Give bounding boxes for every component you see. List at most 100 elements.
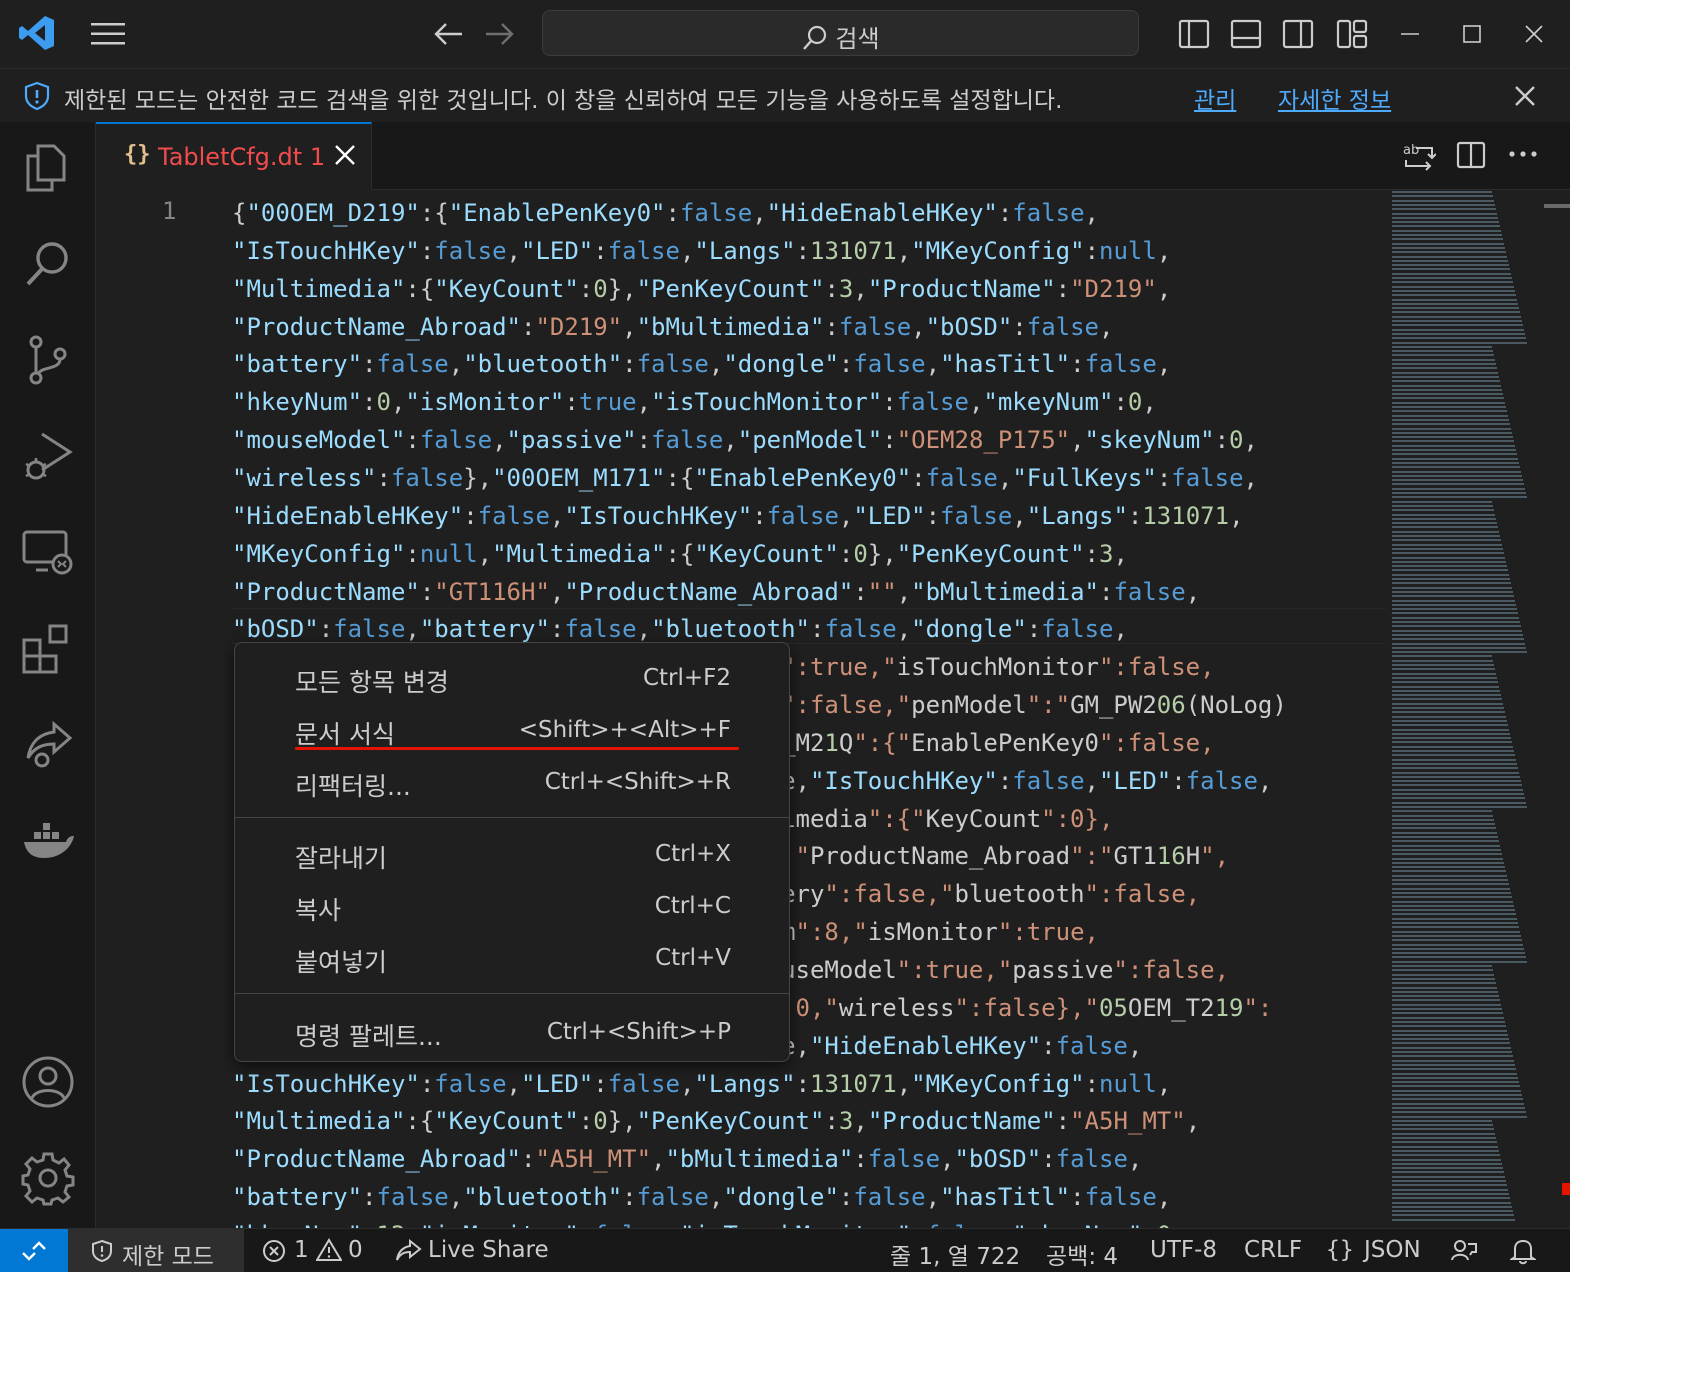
- minimap-line: [1392, 797, 1525, 800]
- live-share-icon[interactable]: [20, 716, 76, 772]
- live-share-status[interactable]: Live Share: [392, 1229, 549, 1272]
- search-icon[interactable]: [20, 236, 76, 292]
- close-window-icon[interactable]: [1522, 22, 1546, 46]
- menu-item-paste[interactable]: 붙여넣기 Ctrl+V: [235, 933, 789, 983]
- notifications-bell-icon[interactable]: [1510, 1237, 1536, 1265]
- problems-indicator[interactable]: 1 0: [256, 1229, 376, 1272]
- code-line[interactable]: "Multimedia":{"KeyCount":0},"PenKeyCount…: [232, 1102, 1200, 1140]
- minimap-line: [1392, 982, 1496, 985]
- minimap-line: [1392, 289, 1515, 292]
- live-share-icon: [396, 1238, 422, 1261]
- toggle-primary-sidebar-icon[interactable]: [1178, 18, 1210, 50]
- end-of-line[interactable]: CRLF: [1244, 1237, 1302, 1263]
- source-control-icon[interactable]: [20, 332, 76, 388]
- minimap-line: [1392, 1162, 1502, 1165]
- code-line[interactable]: "wireless":false},"00OEM_M171":{"EnableP…: [232, 459, 1258, 497]
- menu-item-command-palette[interactable]: 명령 팔레트... Ctrl+<Shift>+P: [235, 1007, 789, 1057]
- close-icon[interactable]: [1512, 83, 1538, 109]
- tab-tabletcfg[interactable]: {} TabletCfg.dt 1: [96, 122, 372, 190]
- code-line[interactable]: "hkeyNum":12,"isMonitor":false,"isTouchM…: [232, 1216, 1186, 1228]
- split-editor-icon[interactable]: [1456, 140, 1486, 170]
- encoding[interactable]: UTF-8: [1150, 1237, 1217, 1263]
- minimap-line: [1392, 676, 1497, 679]
- minimap-line: [1392, 664, 1494, 666]
- command-center-search[interactable]: 검색: [542, 10, 1139, 56]
- code-line[interactable]: "hkeyNum":0,"isMonitor":true,"isTouchMon…: [232, 383, 1157, 421]
- minimap-line: [1392, 453, 1517, 456]
- toggle-panel-icon[interactable]: [1230, 18, 1262, 50]
- menu-item-cut[interactable]: 잘라내기 Ctrl+X: [235, 829, 789, 879]
- minimap-line: [1392, 234, 1502, 236]
- toggle-secondary-sidebar-icon[interactable]: [1282, 18, 1314, 50]
- minimap-line: [1392, 1171, 1504, 1174]
- customize-layout-icon[interactable]: [1336, 18, 1368, 50]
- code-line[interactable]: "ProductName_Abroad":"A5H_MT","bMultimed…: [232, 1140, 1142, 1178]
- code-line[interactable]: "battery":false,"bluetooth":false,"dongl…: [232, 1178, 1171, 1216]
- accounts-icon[interactable]: [20, 1054, 76, 1110]
- minimap-line: [1392, 999, 1500, 1002]
- manage-link[interactable]: 관리: [1194, 81, 1236, 115]
- language-mode[interactable]: JSON: [1364, 1237, 1421, 1263]
- code-line[interactable]: "IsTouchHKey":false,"LED":false,"Langs":…: [232, 1065, 1171, 1103]
- minimap-line: [1392, 375, 1499, 378]
- back-arrow-icon[interactable]: [432, 20, 464, 48]
- more-actions-icon[interactable]: [1508, 148, 1538, 160]
- code-line[interactable]: "IsTouchHKey":false,"LED":false,"Langs":…: [232, 232, 1171, 270]
- minimap-line: [1392, 750, 1514, 752]
- extensions-icon[interactable]: [20, 620, 76, 676]
- settings-gear-icon[interactable]: [20, 1150, 76, 1206]
- close-tab-icon[interactable]: [332, 142, 358, 168]
- minimap-line: [1392, 444, 1515, 447]
- more-info-link[interactable]: 자세한 정보: [1278, 81, 1391, 115]
- compare-changes-icon[interactable]: ab: [1402, 140, 1436, 172]
- feedback-icon[interactable]: [1450, 1238, 1478, 1264]
- minimap-line: [1392, 1106, 1525, 1109]
- minimap-line: [1392, 943, 1523, 946]
- minimap-line: [1392, 328, 1524, 331]
- remote-explorer-icon[interactable]: [20, 524, 76, 580]
- minimap-line: [1392, 1115, 1527, 1118]
- minimap-line: [1392, 221, 1499, 224]
- minimap-line: [1392, 522, 1497, 525]
- indentation[interactable]: 공백: 4: [1046, 1237, 1118, 1271]
- cursor-position[interactable]: 줄 1, 열 722: [890, 1237, 1020, 1271]
- restricted-mode-indicator[interactable]: 제한 모드: [68, 1229, 244, 1272]
- minimap-line: [1392, 1098, 1523, 1101]
- warning-count: 0: [348, 1237, 363, 1263]
- code-line[interactable]: "Multimedia":{"KeyCount":0},"PenKeyCount…: [232, 270, 1171, 308]
- scrollbar-thumb[interactable]: [1544, 204, 1570, 208]
- explorer-files-icon[interactable]: [20, 140, 76, 196]
- remote-indicator[interactable]: [0, 1229, 68, 1272]
- minimap-line: [1392, 788, 1523, 791]
- docker-icon[interactable]: [20, 812, 76, 868]
- language-mode-icon[interactable]: {}: [1326, 1237, 1354, 1263]
- code-line[interactable]: {"00OEM_D219":{"EnablePenKey0":false,"Hi…: [232, 194, 1099, 232]
- minimap-line: [1392, 651, 1527, 654]
- menu-icon[interactable]: [90, 20, 126, 48]
- minimap-line: [1392, 638, 1524, 641]
- banner-message: 제한된 모드는 안전한 코드 검색을 위한 것입니다. 이 창을 신뢰하여 모든…: [64, 88, 1063, 114]
- minimize-icon[interactable]: [1398, 22, 1422, 46]
- line-number: 1: [162, 197, 177, 225]
- code-line[interactable]: "battery":false,"bluetooth":false,"dongl…: [232, 345, 1171, 383]
- code-line[interactable]: "MKeyConfig":null,"Multimedia":{"KeyCoun…: [232, 535, 1128, 573]
- maximize-icon[interactable]: [1460, 22, 1484, 46]
- menu-item-change-all-occurrences[interactable]: 모든 항목 변경 Ctrl+F2: [235, 653, 789, 703]
- vertical-scrollbar[interactable]: [1536, 190, 1570, 1226]
- run-debug-icon[interactable]: [20, 428, 76, 484]
- code-line[interactable]: "ProductName_Abroad":"D219","bMultimedia…: [232, 308, 1113, 346]
- minimap-line: [1392, 621, 1520, 623]
- minimap-line: [1392, 294, 1516, 297]
- code-line[interactable]: "HideEnableHKey":false,"IsTouchHKey":fal…: [232, 497, 1244, 535]
- code-line[interactable]: "ProductName":"GT116H","ProductName_Abro…: [232, 573, 1200, 611]
- menu-item-refactor[interactable]: 리팩터링... Ctrl+<Shift>+R: [235, 757, 789, 807]
- minimap-line: [1392, 242, 1504, 245]
- minimap-line: [1392, 827, 1496, 830]
- minimap-line: [1392, 315, 1521, 318]
- shield-icon: [24, 81, 50, 111]
- code-line[interactable]: "mouseModel":false,"passive":false,"penM…: [232, 421, 1258, 459]
- minimap-line: [1392, 698, 1502, 701]
- forward-arrow-icon[interactable]: [484, 20, 516, 48]
- menu-item-copy[interactable]: 복사 Ctrl+C: [235, 881, 789, 931]
- minimap[interactable]: [1390, 190, 1530, 1226]
